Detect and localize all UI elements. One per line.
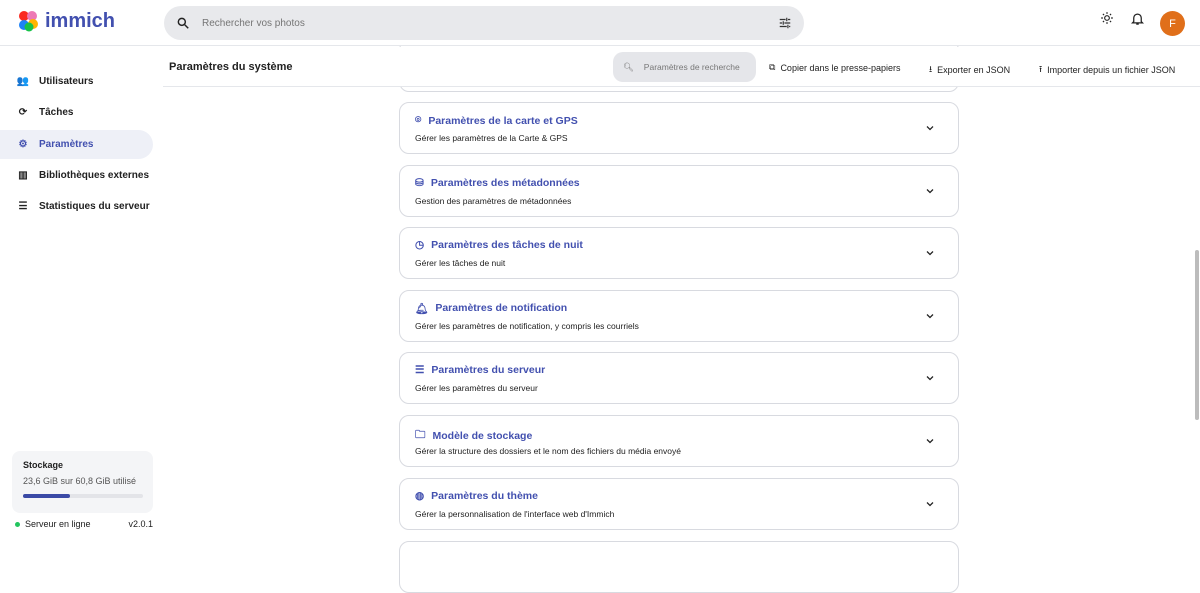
scrollbar[interactable] [1195,250,1199,420]
immich-logo-icon [19,11,38,32]
settings-card[interactable]: ⛁ Paramètres des métadonnées Gestion des … [399,164,959,217]
search-options-icon[interactable] [778,16,792,30]
search-bar[interactable] [164,6,804,40]
sync-icon: ⟳ [18,107,28,118]
card-description: Gérer les tâches de nuit [415,258,506,269]
card-header: ⛁ Paramètres des métadonnées [415,177,580,189]
users-icon: 👥 [16,76,30,87]
card-header: ◍ Paramètres du thème [415,490,538,502]
server-icon: ☰ [18,201,28,212]
search-icon [177,17,189,29]
card-header: 🔔︎ Paramètres de notification [415,302,567,315]
sidebar-item-label: Paramètres [39,139,94,150]
card-title: Paramètres du serveur [431,364,546,377]
server-status-text: Serveur en ligne [25,519,91,529]
card-description: Gérer la structure des dossiers et le no… [415,446,681,456]
storage-usage: 23,6 GiB sur 60,8 GiB utilisé [23,476,137,486]
sidebar-item-label: Tâches [39,107,74,118]
card-description: Gérer les paramètres du serveur [415,383,538,394]
settings-card[interactable]: ◍ Paramètres du thème Gérer la personnali… [399,477,959,530]
chevron-down-icon[interactable] [924,435,936,447]
database-icon: ⛁ [415,176,424,189]
settings-header: Paramètres du système 🔍︎ Paramètres de re… [163,47,1200,87]
settings-card[interactable]: 🗀 Modèle de stockage Gérer la structure d… [399,415,959,467]
app-name: immich [45,9,116,32]
chevron-down-icon[interactable] [924,372,936,384]
top-bar: immich F [0,0,1200,46]
library-icon: ▥ [18,170,28,181]
chevron-down-icon[interactable] [924,185,936,197]
chevron-down-icon[interactable] [924,122,936,134]
sidebar-item-jobs[interactable]: ⟳ Tâches [0,98,153,127]
card-header: ⌾ Paramètres de la carte et GPS [415,114,578,127]
card-description: Gérer les paramètres de la Carte & GPS [415,133,568,143]
server-icon: ☰ [415,364,425,377]
storage-bar [23,494,143,498]
chevron-down-icon[interactable] [924,310,936,322]
upload-icon: ⭱ [1039,64,1043,74]
import-label: Importer depuis un fichier JSON [1047,65,1176,75]
bell-icon [1130,13,1145,25]
settings-card[interactable]: 🔔︎ Paramètres de notification Gérer les p… [399,289,959,342]
storage-panel: Stockage 23,6 GiB sur 60,8 GiB utilisé [12,451,153,513]
copy-icon: ⧉ [769,62,776,72]
settings-card[interactable]: ◷ Paramètres des tâches de nuit Gérer les… [399,227,959,280]
card-description: Gérer les paramètres de notification, y … [415,320,639,331]
settings-card[interactable]: ⌾ Paramètres de la carte et GPS Gérer les… [399,102,959,154]
card-description: Gestion des paramètres de métadonnées [415,195,572,206]
card-description: Gérer la personnalisation de l'interface… [415,508,615,519]
bell-icon: 🔔︎ [415,302,429,315]
card-header: 🗀 Modèle de stockage [415,427,532,445]
card-title: Paramètres des métadonnées [430,176,580,189]
user-avatar[interactable]: F [1160,11,1185,36]
search-input[interactable] [202,17,762,29]
settings-search-input[interactable]: 🔍︎ Paramètres de recherche [613,52,756,82]
status-dot-icon [15,521,20,527]
settings-card[interactable]: ☰ Paramètres du serveur Gérer les paramèt… [399,352,959,405]
copy-to-clipboard-button[interactable]: ⧉ Copier dans le presse-papiers [769,62,901,73]
gear-icon: ⚙ [18,139,28,150]
server-version[interactable]: v2.0.1 [128,519,153,529]
export-label: Exporter en JSON [937,65,1011,75]
card-title: Paramètres de la carte et GPS [428,114,578,127]
server-status: Serveur en ligne v2.0.1 [15,519,153,529]
notifications-button[interactable] [1130,11,1145,26]
sidebar-item-external-libraries[interactable]: ▥ Bibliothèques externes [0,161,153,190]
card-title: Paramètres du thème [431,489,538,502]
immich-logo[interactable]: immich [16,9,115,33]
folder-icon: 🗀 [415,429,426,441]
export-json-button[interactable]: ⭳ Exporter en JSON [929,62,1010,78]
card-title: Paramètres des tâches de nuit [431,239,583,252]
copy-label: Copier dans le presse-papiers [780,62,901,73]
palette-icon: ◍ [415,489,425,502]
sidebar: 👥 Utilisateurs ⟳ Tâches ⚙ Paramètres ▥ Bibli… [0,47,160,551]
card-title: Paramètres de notification [435,302,568,315]
card-title: Modèle de stockage [432,430,533,442]
storage-title: Stockage [23,460,64,470]
chevron-down-icon[interactable] [924,498,936,510]
card-header: ◷ Paramètres des tâches de nuit [415,239,583,251]
sidebar-item-label: Utilisateurs [39,76,94,87]
sun-icon [1101,12,1113,24]
import-json-button[interactable]: ⭱ Importer depuis un fichier JSON [1039,62,1175,78]
sidebar-item-server-stats[interactable]: ☰ Statistiques du serveur [0,192,153,221]
download-icon: ⭳ [929,64,933,74]
chevron-down-icon[interactable] [924,247,936,259]
sidebar-item-label: Bibliothèques externes [39,170,150,181]
page-title: Paramètres du système [169,61,293,73]
settings-card-partial[interactable] [399,541,959,593]
card-header: ☰ Paramètres du serveur [415,364,545,376]
map-pin-icon: ⌾ [415,114,422,126]
storage-bar-fill [23,494,70,498]
clock-icon: ◷ [415,239,425,252]
sidebar-item-settings[interactable]: ⚙ Paramètres [0,130,153,159]
search-icon: 🔍︎ [623,61,634,72]
sidebar-item-label: Statistiques du serveur [39,201,150,212]
settings-search-placeholder: Paramètres de recherche [643,62,740,72]
theme-toggle-button[interactable] [1100,11,1114,25]
sidebar-item-users[interactable]: 👥 Utilisateurs [0,67,153,96]
